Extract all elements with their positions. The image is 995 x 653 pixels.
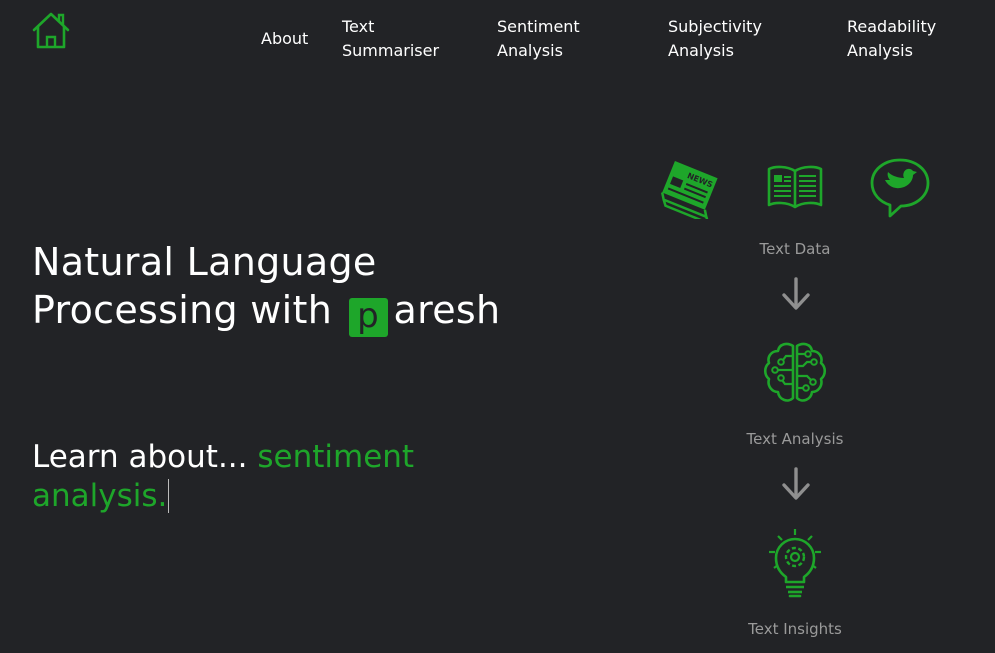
stage-label-text-insights: Text Insights: [748, 620, 842, 638]
stage-label-text-analysis: Text Analysis: [746, 430, 844, 448]
paresh-logo-letter: p: [348, 298, 388, 337]
down-arrow-icon: [782, 467, 810, 500]
hero-title-line2-prefix: Processing with: [32, 288, 333, 332]
home-link[interactable]: [30, 10, 72, 50]
typing-cursor: [168, 479, 170, 513]
hero-title-line1: Natural Language: [32, 240, 377, 284]
newspaper-icon: NEWS: [660, 161, 718, 219]
learn-about-typewriter: Learn about... sentiment analysis.: [32, 438, 452, 516]
hero-title: Natural Language Processing with p aresh: [32, 238, 500, 337]
bird-speech-bubble-icon: [870, 158, 930, 218]
home-icon: [32, 12, 70, 49]
learn-prefix: Learn about...: [32, 439, 258, 475]
nav-subjectivity-analysis[interactable]: Subjectivity Analysis: [668, 15, 762, 63]
hero-title-line2-suffix: aresh: [393, 288, 501, 332]
page: About Text Summariser Sentiment Analysis…: [0, 0, 995, 653]
brain-circuit-icon: [763, 342, 827, 402]
open-book-icon: [767, 165, 823, 209]
nav-text-summariser[interactable]: Text Summariser: [342, 15, 439, 63]
nav-about[interactable]: About: [261, 27, 308, 51]
nav-sentiment-analysis[interactable]: Sentiment Analysis: [497, 15, 580, 63]
stage-label-text-data: Text Data: [759, 240, 831, 258]
lightbulb-gear-icon: [769, 529, 821, 598]
down-arrow-icon: [782, 277, 810, 310]
nav-readability-analysis[interactable]: Readability Analysis: [847, 15, 936, 63]
